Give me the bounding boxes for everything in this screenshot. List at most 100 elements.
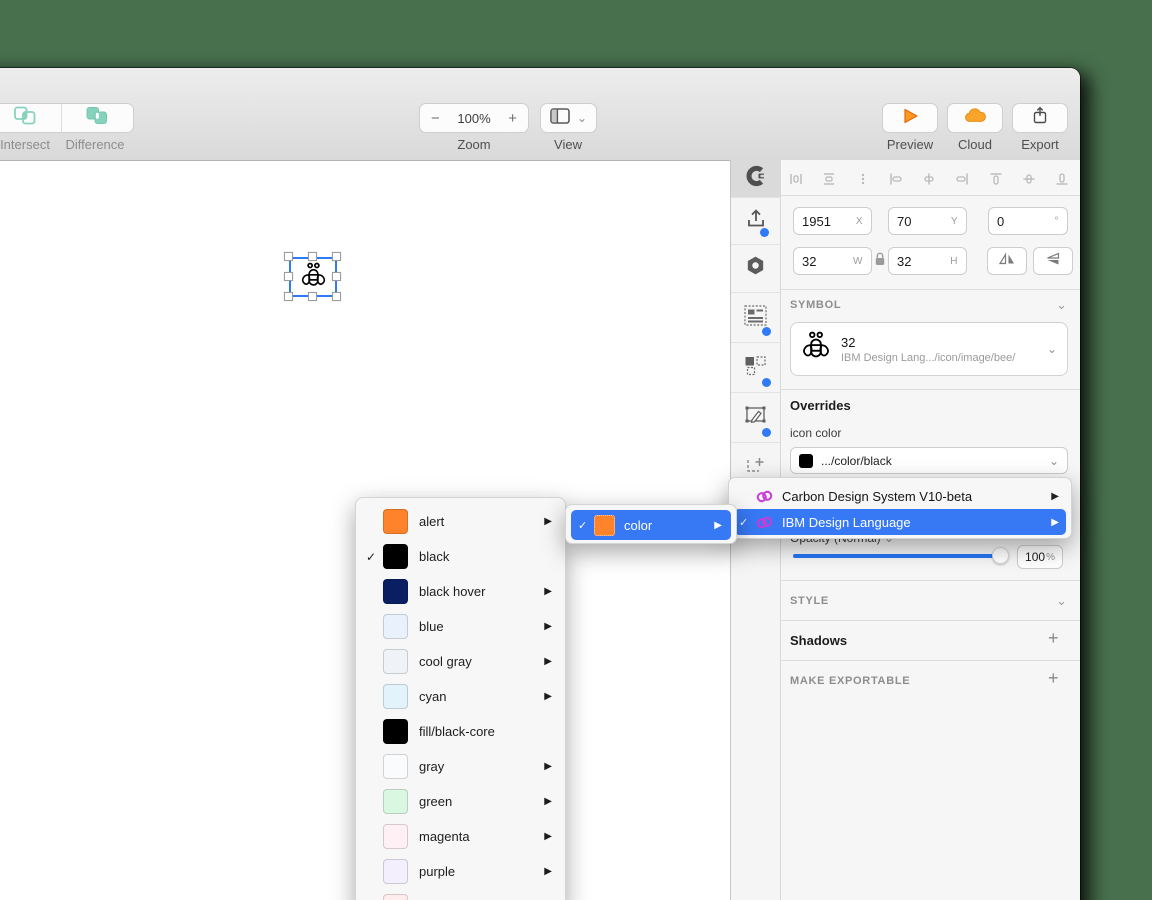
sidebar-item-upload[interactable] <box>731 198 780 244</box>
selection-handle[interactable] <box>332 292 341 301</box>
color-swatch <box>799 453 813 468</box>
selection-handle[interactable] <box>284 252 293 261</box>
align-middle-vertical-icon[interactable] <box>1021 171 1037 192</box>
chevron-down-icon[interactable]: ⌄ <box>1056 593 1067 609</box>
library-link-icon <box>755 515 774 530</box>
color-swatch <box>383 754 408 779</box>
submenu-arrow-icon: ▶ <box>544 761 552 772</box>
icon-color-select[interactable]: .../color/black ⌄ <box>790 447 1068 474</box>
rotation-unit-label: ° <box>1054 215 1059 227</box>
color-swatch <box>383 614 408 639</box>
override-category-menu: ✓ color ▶ <box>565 504 737 544</box>
shadows-label: Shadows <box>790 633 848 648</box>
check-icon: ✓ <box>739 516 749 529</box>
rotation-value: 0 <box>997 213 1005 229</box>
rotation-field[interactable]: 0 ° <box>988 207 1068 235</box>
height-field[interactable]: 32 H <box>888 247 967 275</box>
align-bottom-icon[interactable] <box>1054 171 1070 192</box>
menu-item-ibm-design-language[interactable]: ✓ IBM Design Language ▶ <box>734 509 1066 535</box>
distribute-vertically-icon[interactable] <box>821 171 837 192</box>
zoom-control: − 100% + <box>419 103 529 133</box>
menu-item-color-option[interactable]: green ▶ <box>356 784 565 819</box>
check-icon: ✓ <box>578 519 588 532</box>
menu-item-color-option[interactable]: purple ▶ <box>356 854 565 889</box>
alignment-toolbar <box>788 168 1070 194</box>
flip-vertical-button[interactable] <box>1033 247 1073 275</box>
selection-handle[interactable] <box>332 272 341 281</box>
opacity-value-field[interactable]: 100 % <box>1017 545 1063 569</box>
x-unit-label: X <box>855 215 863 227</box>
submenu-arrow-icon: ▶ <box>1051 516 1059 528</box>
width-field[interactable]: 32 W <box>793 247 872 275</box>
sidebar-item-swap[interactable] <box>731 343 780 392</box>
notification-dot <box>760 228 769 237</box>
selection-handle[interactable] <box>284 272 293 281</box>
sidebar-item-layout[interactable] <box>731 293 780 342</box>
zoom-in-button[interactable]: + <box>501 110 525 127</box>
preview-button[interactable] <box>882 103 938 133</box>
menu-item-color-option[interactable]: gray ▶ <box>356 749 565 784</box>
sidebar-item-carbon[interactable] <box>731 160 780 197</box>
flip-horizontal-button[interactable] <box>987 247 1027 275</box>
opacity-slider-knob[interactable] <box>992 547 1009 564</box>
height-value: 32 <box>897 253 912 269</box>
menu-item-color-option[interactable]: cyan ▶ <box>356 679 565 714</box>
play-icon <box>902 108 919 129</box>
lock-icon[interactable] <box>875 252 885 271</box>
align-top-icon[interactable] <box>988 171 1004 192</box>
spacing-icon[interactable] <box>855 171 871 192</box>
y-unit-label: Y <box>950 215 958 227</box>
menu-item-label: gray <box>419 759 445 774</box>
opacity-unit: % <box>1046 551 1055 563</box>
sidebar-item-settings[interactable] <box>731 245 780 291</box>
zoom-level-value: 100% <box>457 110 491 126</box>
swap-squares-icon <box>744 355 767 381</box>
export-button[interactable] <box>1012 103 1068 133</box>
selection-handle[interactable] <box>308 292 317 301</box>
menu-item-color-option[interactable]: magenta ▶ <box>356 819 565 854</box>
align-right-icon[interactable] <box>954 171 970 192</box>
y-position-field[interactable]: 70 Y <box>888 207 967 235</box>
selection-handle[interactable] <box>332 252 341 261</box>
intersect-button[interactable] <box>0 104 61 132</box>
view-button[interactable]: ⌄ <box>540 103 597 133</box>
menu-item-color-option[interactable]: ✓ black <box>356 539 565 574</box>
menu-item-color-option[interactable]: black hover ▶ <box>356 574 565 609</box>
libraries-menu: Carbon Design System V10-beta ▶ ✓ IBM De… <box>728 477 1072 539</box>
color-swatch <box>383 509 408 534</box>
selection-handle[interactable] <box>308 252 317 261</box>
y-value: 70 <box>897 213 912 229</box>
selection-box[interactable] <box>289 257 337 297</box>
add-shadow-button[interactable]: + <box>1048 628 1059 649</box>
color-swatch <box>383 789 408 814</box>
sidebar-item-edit[interactable] <box>731 393 780 442</box>
x-position-field[interactable]: 1951 X <box>793 207 872 235</box>
chevron-down-icon: ⌄ <box>576 111 588 125</box>
chevron-down-icon[interactable]: ⌄ <box>1056 297 1067 313</box>
submenu-arrow-icon: ▶ <box>544 691 552 702</box>
screenshot-stage: Intersect Difference − 100% + Zoom ⌄ Vie… <box>0 0 1152 900</box>
difference-label: Difference <box>65 137 125 152</box>
menu-item-carbon-library[interactable]: Carbon Design System V10-beta ▶ <box>734 483 1066 509</box>
menu-item-label: cool gray <box>419 654 472 669</box>
menu-item-color-category[interactable]: ✓ color ▶ <box>571 510 731 540</box>
menu-item-color-option[interactable]: blue ▶ <box>356 609 565 644</box>
corner-plus-icon <box>745 456 766 480</box>
selection-handle[interactable] <box>284 292 293 301</box>
menu-item-color-option[interactable] <box>356 889 565 900</box>
align-center-horizontal-icon[interactable] <box>921 171 937 192</box>
opacity-slider[interactable] <box>793 554 1005 558</box>
symbol-select[interactable]: 32 IBM Design Lang.../icon/image/bee/ ⌄ <box>790 322 1068 376</box>
menu-item-label: alert <box>419 514 445 529</box>
cloud-button[interactable] <box>947 103 1003 133</box>
menu-item-color-option[interactable]: alert ▶ <box>356 504 565 539</box>
distribute-horizontally-icon[interactable] <box>788 171 804 192</box>
export-label: Export <box>1021 137 1059 152</box>
align-left-icon[interactable] <box>888 171 904 192</box>
zoom-out-button[interactable]: − <box>423 110 447 127</box>
menu-item-color-option[interactable]: cool gray ▶ <box>356 644 565 679</box>
notification-dot <box>762 327 771 336</box>
make-exportable-button[interactable]: + <box>1048 668 1059 689</box>
difference-button[interactable] <box>60 104 134 132</box>
menu-item-color-option[interactable]: fill/black-core <box>356 714 565 749</box>
